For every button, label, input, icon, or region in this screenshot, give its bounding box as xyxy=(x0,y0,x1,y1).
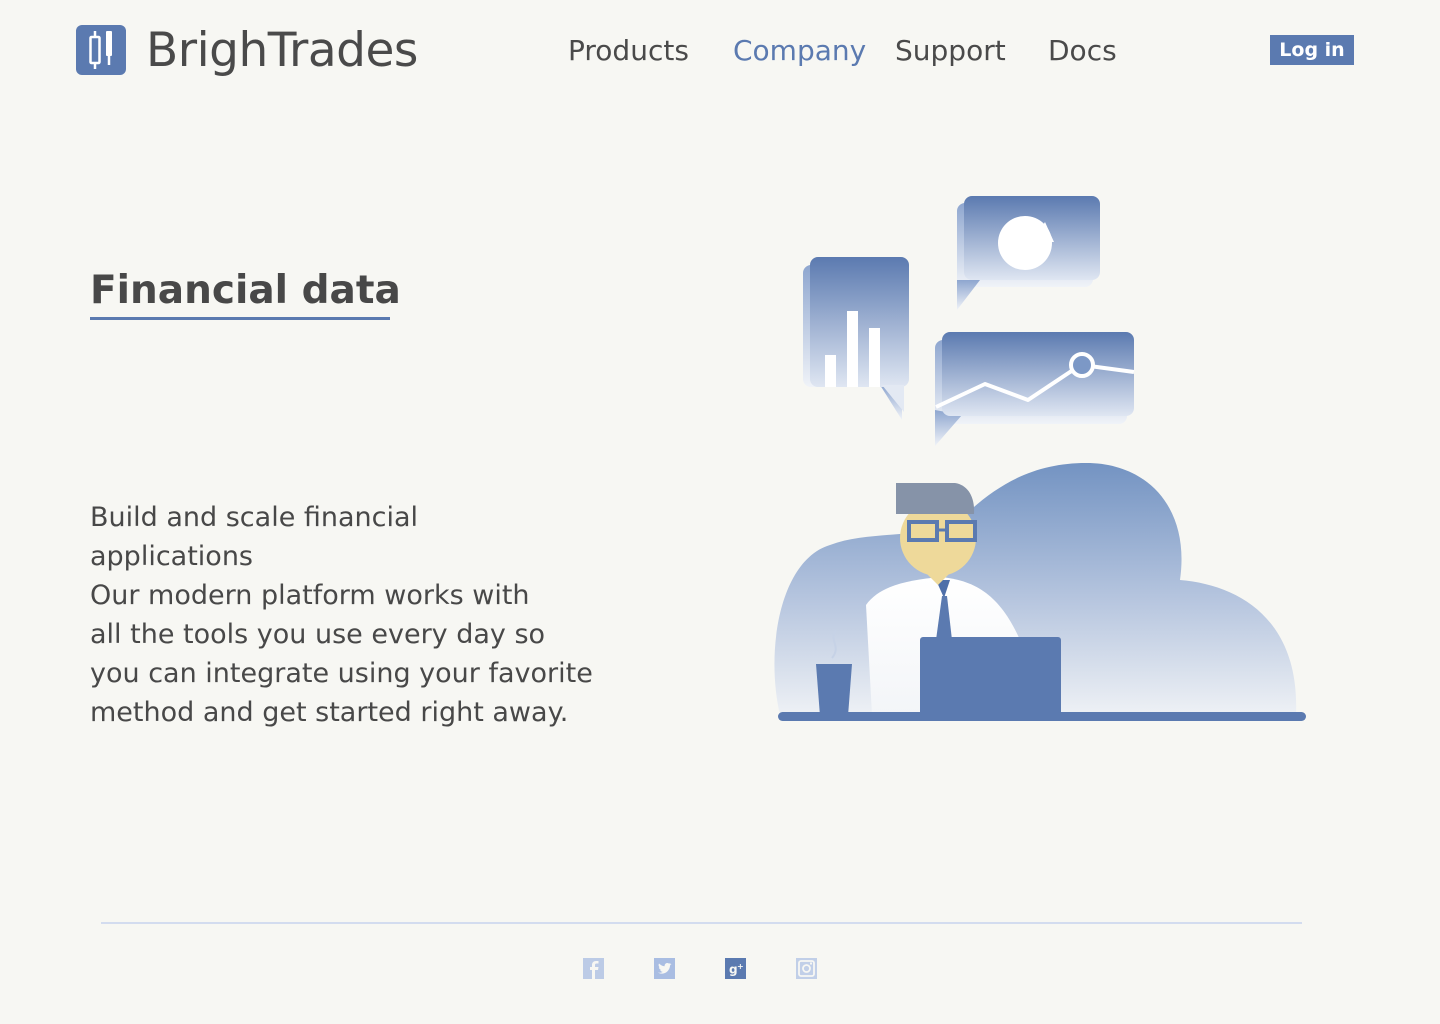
login-button[interactable]: Log in xyxy=(1270,35,1354,65)
candlestick-logo-icon xyxy=(76,25,126,75)
page-title: Financial data xyxy=(90,268,401,313)
hero-tagline: Build and scale financial applications xyxy=(90,502,419,572)
brand-name: BrighTrades xyxy=(146,22,418,78)
bar-chart-bubble xyxy=(803,257,909,420)
line-chart-bubble xyxy=(935,332,1135,446)
pie-chart-bubble xyxy=(957,196,1100,310)
instagram-icon[interactable] xyxy=(796,958,817,979)
nav-docs[interactable]: Docs xyxy=(1048,34,1117,67)
facebook-icon[interactable] xyxy=(583,958,604,979)
brand-logo[interactable]: BrighTrades xyxy=(76,25,418,75)
hero-description: Build and scale financial applications O… xyxy=(90,498,650,732)
nav-support[interactable]: Support xyxy=(895,34,1006,67)
footer-divider xyxy=(101,922,1302,924)
svg-text:+: + xyxy=(737,962,744,971)
title-underline xyxy=(90,317,390,320)
desk xyxy=(778,712,1306,721)
trader-at-laptop-illustration xyxy=(774,196,1306,721)
google-plus-icon[interactable]: g + xyxy=(725,958,746,979)
hero-paragraph: Our modern platform works with all the t… xyxy=(90,580,593,728)
laptop xyxy=(920,637,1061,717)
nav-products[interactable]: Products xyxy=(568,34,689,67)
twitter-icon[interactable] xyxy=(654,958,675,979)
nav-company[interactable]: Company xyxy=(733,34,866,67)
